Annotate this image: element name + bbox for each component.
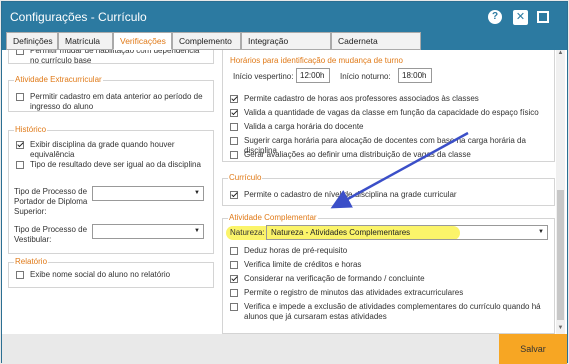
vestibular-select[interactable]: ▼ — [92, 224, 204, 239]
help-icon[interactable]: ? — [488, 10, 502, 24]
dropdown-arrow-icon: ▼ — [538, 229, 544, 235]
checkbox[interactable] — [230, 151, 238, 159]
option-formando-concluinte[interactable]: Considerar na verificação de formando / … — [230, 274, 550, 284]
option-exibir-disciplina[interactable]: Exibir disciplina da grade quando houver… — [16, 140, 206, 160]
scroll-thumb[interactable] — [557, 190, 564, 320]
option-label: Permite cadastro de horas aos professore… — [244, 94, 479, 103]
option-label: Verifica e impede a exclusão de atividad… — [244, 302, 541, 321]
option-label: Exibir disciplina da grade quando houver… — [30, 140, 175, 159]
option-cadastro-data-anterior[interactable]: Permitir cadastro em data anterior ao pe… — [16, 92, 206, 112]
option-label: Verifica limite de créditos e horas — [244, 260, 362, 269]
option-impede-exclusao[interactable]: Verifica e impede a exclusão de atividad… — [230, 302, 552, 322]
select-value: Natureza - Atividades Complementares — [271, 228, 411, 237]
close-icon[interactable]: ✕ — [513, 10, 528, 25]
save-button[interactable]: Salvar — [499, 334, 567, 364]
option-mudar-habilitacao[interactable]: Permitir mudar de habilitação com depend… — [16, 50, 206, 66]
tab-matricula[interactable]: Matrícula — [58, 32, 113, 50]
vertical-scrollbar[interactable]: ▲ ▼ — [556, 50, 565, 334]
tab-integracao-sagres[interactable]: Integração SAGRES — [241, 32, 331, 62]
section-title: Horários para identificação de mudança d… — [230, 56, 403, 65]
section-title: Relatório — [14, 257, 49, 266]
option-label: Gerar avaliações ao definir uma distribu… — [244, 150, 471, 159]
option-label: Valida a quantidade de vagas da classe e… — [244, 108, 539, 117]
option-label: Tipo de resultado deve ser igual ao da d… — [30, 160, 201, 169]
option-label: Deduz horas de pré-requisito — [244, 246, 348, 255]
tab-definicoes[interactable]: Definições — [6, 32, 58, 50]
option-label: Considerar na verificação de formando / … — [244, 274, 425, 283]
option-valida-vagas[interactable]: Valida a quantidade de vagas da classe e… — [230, 108, 550, 118]
option-nome-social[interactable]: Exibe nome social do aluno no relatório — [16, 270, 206, 280]
natureza-select[interactable]: Natureza - Atividades Complementares ▼ — [266, 225, 548, 240]
section-title: Atividade Extracurricular — [14, 75, 103, 84]
noturno-input[interactable]: 18:00h — [398, 68, 432, 83]
checkbox[interactable] — [16, 93, 24, 101]
checkbox[interactable] — [230, 191, 238, 199]
checkbox[interactable] — [230, 123, 238, 131]
title-bar: Configurações - Currículo ? ✕ — [2, 2, 567, 32]
checkbox[interactable] — [230, 303, 238, 311]
tab-verificacoes[interactable]: Verificações — [113, 32, 172, 50]
maximize-icon[interactable] — [537, 11, 549, 23]
checkbox[interactable] — [16, 271, 24, 279]
tab-bar: Definições Matrícula Verificações Comple… — [2, 32, 567, 62]
option-registro-minutos[interactable]: Permite o registro de minutos das ativid… — [230, 288, 550, 298]
natureza-label: Natureza: — [230, 228, 265, 237]
vespertino-input[interactable]: 12:00h — [296, 68, 330, 83]
checkbox[interactable] — [16, 141, 24, 149]
option-label: Valida a carga horária do docente — [244, 122, 364, 131]
option-limite-creditos[interactable]: Verifica limite de créditos e horas — [230, 260, 550, 270]
option-valida-carga-docente[interactable]: Valida a carga horária do docente — [230, 122, 550, 132]
option-gerar-avaliacoes[interactable]: Gerar avaliações ao definir uma distribu… — [230, 150, 550, 160]
section-title: Atividade Complementar — [228, 213, 318, 222]
option-nivel-disciplina[interactable]: Permite o cadastro de nível de disciplin… — [230, 190, 550, 200]
checkbox[interactable] — [230, 261, 238, 269]
portador-diploma-select[interactable]: ▼ — [92, 186, 204, 201]
scroll-down-icon[interactable]: ▼ — [556, 325, 565, 334]
checkbox[interactable] — [230, 95, 238, 103]
window-title: Configurações - Currículo — [10, 10, 147, 24]
content-area: Permitir mudar de habilitação com depend… — [2, 50, 567, 334]
tab-complemento[interactable]: Complemento — [172, 32, 241, 50]
option-label: Permitir cadastro em data anterior ao pe… — [30, 92, 203, 111]
option-label: Permite o cadastro de nível de disciplin… — [244, 190, 457, 199]
option-horas-professores[interactable]: Permite cadastro de horas aos professore… — [230, 94, 550, 104]
option-label: Permitir mudar de habilitação com depend… — [30, 50, 200, 65]
section-title: Currículo — [228, 173, 263, 182]
noturno-label: Início noturno: — [340, 72, 391, 81]
scroll-up-icon[interactable]: ▲ — [556, 50, 565, 59]
option-label: Exibe nome social do aluno no relatório — [30, 270, 171, 279]
checkbox[interactable] — [230, 289, 238, 297]
config-window: Configurações - Currículo ? ✕ Definições… — [1, 1, 568, 364]
vespertino-label: Início vespertino: — [233, 72, 294, 81]
option-label: Permite o registro de minutos das ativid… — [244, 288, 464, 297]
option-tipo-resultado[interactable]: Tipo de resultado deve ser igual ao da d… — [16, 160, 206, 170]
checkbox[interactable] — [230, 109, 238, 117]
dropdown-arrow-icon: ▼ — [194, 190, 200, 196]
field-label: Tipo de Processo de Portador de Diploma … — [14, 187, 88, 216]
option-deduz-horas[interactable]: Deduz horas de pré-requisito — [230, 246, 550, 256]
footer: Salvar — [2, 334, 567, 364]
checkbox[interactable] — [16, 50, 24, 55]
checkbox[interactable] — [230, 247, 238, 255]
checkbox[interactable] — [16, 161, 24, 169]
checkbox[interactable] — [230, 137, 238, 145]
section-title: Histórico — [14, 125, 48, 134]
field-label: Tipo de Processo de Vestibular: — [14, 225, 88, 244]
dropdown-arrow-icon: ▼ — [194, 228, 200, 234]
checkbox[interactable] — [230, 275, 238, 283]
tab-caderneta-eletronica[interactable]: Caderneta Eletrônica — [331, 32, 421, 62]
